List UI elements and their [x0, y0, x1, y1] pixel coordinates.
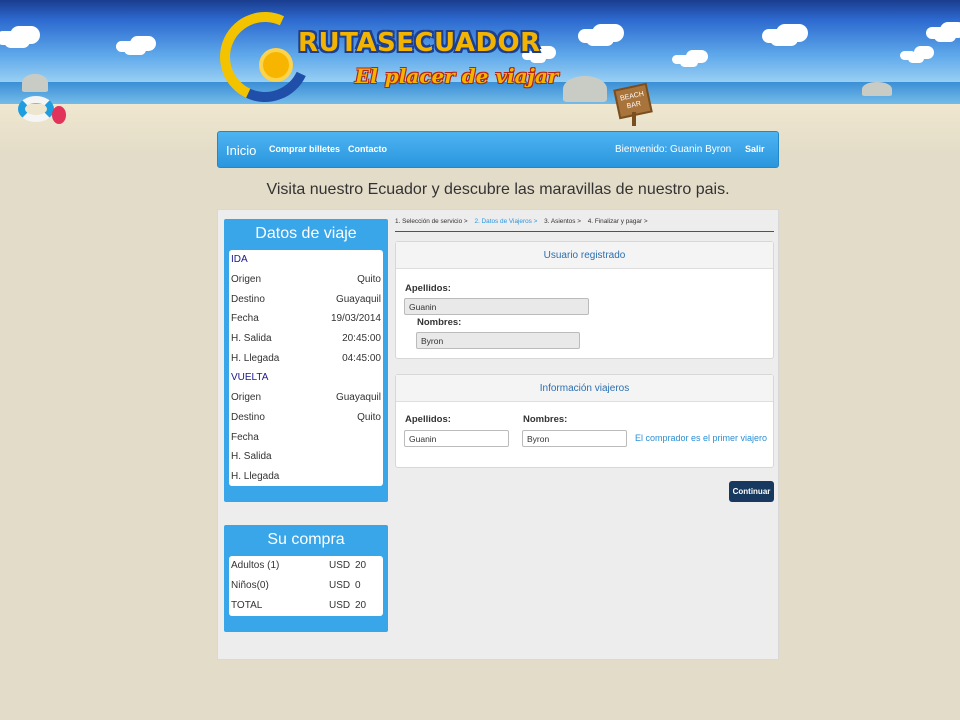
- cloud-icon: [934, 30, 956, 42]
- logo-slogan: El placer de viajar: [355, 64, 559, 88]
- rock-decoration: [22, 74, 48, 92]
- step-service-selection[interactable]: 1. Selección de servicio >: [395, 218, 468, 225]
- travelers-info-panel: Información viajeros Apellidos: Nombres:…: [395, 374, 774, 468]
- sun-icon: [263, 52, 289, 78]
- trip-row-label: Origen: [231, 274, 262, 286]
- purchase-row-amount: 20: [355, 560, 367, 572]
- purchase-row-currency: USD: [329, 560, 351, 572]
- trip-row-label: Fecha: [231, 431, 259, 443]
- welcome-text: Bienvenido: Guanin Byron: [615, 144, 732, 155]
- trip-row: H. Llegada: [229, 467, 383, 487]
- logout-link[interactable]: Salir: [745, 144, 765, 154]
- trip-row-value: 19/03/2014: [330, 313, 381, 325]
- purchase-row: Niños(0) USD 0: [229, 576, 383, 596]
- trip-row-label: H. Llegada: [231, 352, 280, 364]
- trip-row-label: H. Llegada: [231, 470, 280, 482]
- swim-ring-icon: [18, 96, 54, 122]
- trip-row-label: H. Salida: [231, 333, 272, 345]
- registered-last-name-field: [404, 298, 589, 315]
- registered-last-name-label: Apellidos:: [405, 283, 451, 294]
- step-traveler-data[interactable]: 2. Datos de Viajeros >: [474, 218, 537, 225]
- trip-row-label: Fecha: [231, 313, 259, 325]
- trip-data-list: IDA Origen Quito Destino Guayaquil Fecha 19…: [229, 250, 383, 486]
- trip-row-value: Quito: [357, 274, 381, 286]
- trip-row: Destino Quito: [229, 408, 383, 428]
- purchase-box: Su compra Adultos (1) USD 20 Niños(0) USD 0 …: [224, 525, 388, 632]
- trip-row: Origen Quito: [229, 270, 383, 290]
- nav-contact-link[interactable]: Contacto: [348, 144, 387, 154]
- cloud-icon: [4, 34, 30, 48]
- cloud-icon: [586, 32, 614, 46]
- sign-post: [632, 112, 636, 126]
- traveler-first-name-label: Nombres:: [523, 414, 568, 425]
- registered-user-title: Usuario registrado: [396, 242, 773, 269]
- trip-row-label: Destino: [231, 411, 265, 423]
- trip-row-label: H. Salida: [231, 451, 272, 463]
- purchase-row-label: Adultos (1): [231, 560, 280, 572]
- purchase-row-label: Niños(0): [231, 580, 269, 592]
- traveler-first-name-input[interactable]: [522, 430, 627, 447]
- trip-row: H. Salida: [229, 447, 383, 467]
- trip-data-box: Datos de viaje IDA Origen Quito Destino Gu…: [224, 219, 388, 502]
- logo-title: RUTASECUADOR: [298, 28, 541, 58]
- purchase-list: Adultos (1) USD 20 Niños(0) USD 0 TOTAL USD 20: [229, 556, 383, 616]
- trip-row: Fecha 19/03/2014: [229, 309, 383, 329]
- rock-decoration: [862, 82, 892, 96]
- trip-data-title: Datos de viaje: [255, 225, 357, 242]
- return-heading: VUELTA: [229, 368, 383, 388]
- traveler-last-name-input[interactable]: [404, 430, 509, 447]
- purchase-row-amount: 0: [355, 580, 361, 592]
- purchase-title: Su compra: [267, 531, 345, 548]
- return-label: VUELTA: [231, 372, 269, 384]
- purchase-row: TOTAL USD 20: [229, 595, 383, 615]
- registered-user-panel: Usuario registrado Apellidos: Nombres:: [395, 241, 774, 359]
- header-banner: RUTASECUADOR El placer de viajar BEACH B…: [0, 0, 960, 150]
- step-checkout[interactable]: 4. Finalizar y pagar >: [588, 218, 648, 225]
- trip-row: Origen Guayaquil: [229, 388, 383, 408]
- cloud-icon: [770, 32, 798, 46]
- purchase-row: Adultos (1) USD 20: [229, 556, 383, 576]
- buyer-is-first-traveler-link[interactable]: El comprador es el primer viajero: [635, 433, 767, 443]
- outbound-label: IDA: [231, 254, 248, 266]
- trip-row-value: 20:45:00: [342, 333, 381, 345]
- trip-row: Destino Guayaquil: [229, 289, 383, 309]
- registered-first-name-label: Nombres:: [417, 317, 462, 328]
- trip-row: H. Salida 20:45:00: [229, 329, 383, 349]
- trip-row-value: Guayaquil: [335, 392, 381, 404]
- registered-first-name-field: [416, 332, 580, 349]
- trip-row: Fecha: [229, 427, 383, 447]
- main-navbar: Inicio Comprar billetes Contacto Bienven…: [217, 131, 779, 168]
- travelers-info-title: Información viajeros: [396, 375, 773, 402]
- content-panel: Datos de viaje IDA Origen Quito Destino Gu…: [217, 209, 779, 660]
- purchase-row-currency: USD: [329, 580, 351, 592]
- outbound-heading: IDA: [229, 250, 383, 270]
- steps-breadcrumb: 1. Selección de servicio > 2. Datos de V…: [395, 218, 774, 232]
- trip-row-value: Guayaquil: [335, 293, 381, 305]
- trip-row-value: 04:45:00: [342, 352, 381, 364]
- purchase-row-amount: 20: [355, 599, 367, 611]
- nav-home-link[interactable]: Inicio: [226, 143, 256, 158]
- trip-row-label: Destino: [231, 293, 265, 305]
- cloud-icon: [908, 54, 924, 63]
- rock-decoration: [563, 76, 607, 102]
- step-seats[interactable]: 3. Asientos >: [544, 218, 581, 225]
- flipflop-icon: [52, 106, 66, 124]
- purchase-row-label: TOTAL: [231, 599, 263, 611]
- purchase-row-currency: USD: [329, 599, 351, 611]
- traveler-last-name-label: Apellidos:: [405, 414, 451, 425]
- cloud-icon: [124, 44, 146, 55]
- trip-row: H. Llegada 04:45:00: [229, 348, 383, 368]
- trip-row-label: Origen: [231, 392, 262, 404]
- page-tagline: Visita nuestro Ecuador y descubre las ma…: [266, 181, 730, 198]
- nav-buy-tickets-link[interactable]: Comprar billetes: [269, 144, 340, 154]
- trip-row-value: Quito: [357, 411, 381, 423]
- continue-button[interactable]: Continuar: [729, 481, 774, 502]
- cloud-icon: [680, 58, 698, 67]
